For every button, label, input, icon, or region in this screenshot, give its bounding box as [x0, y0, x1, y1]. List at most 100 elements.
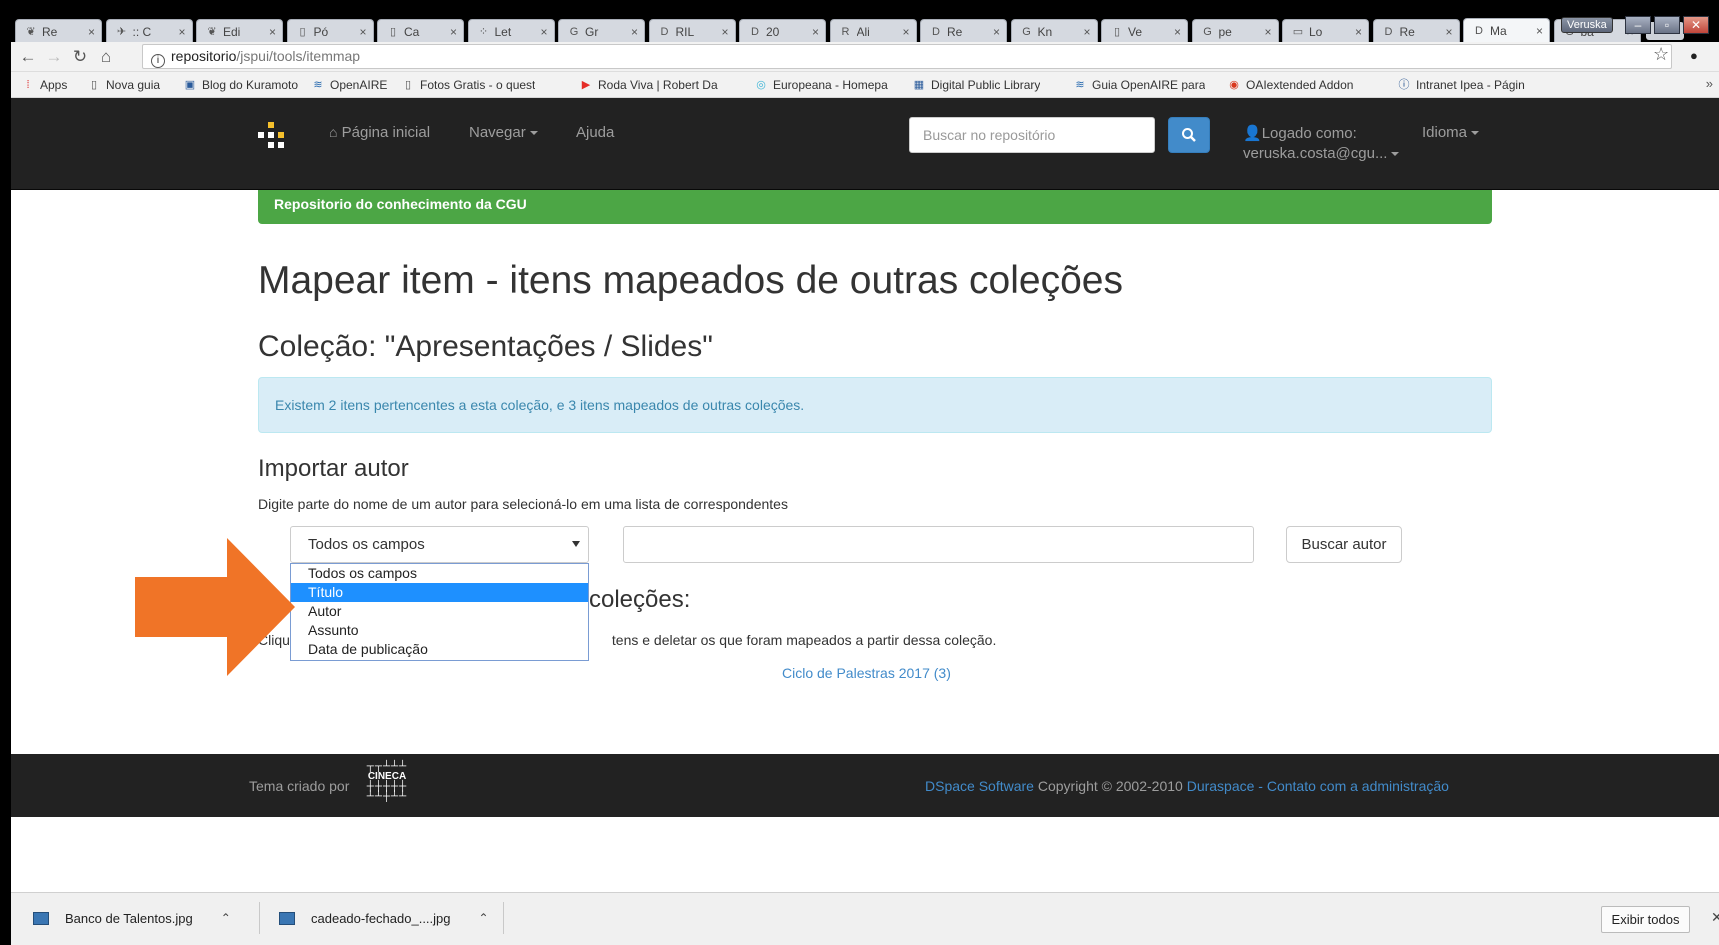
- mapped-help-text: tens e deletar os que foram mapeados a p…: [611, 632, 997, 648]
- dspace-link[interactable]: DSpace Software: [925, 778, 1034, 794]
- browser-tab[interactable]: D Re ×: [920, 19, 1007, 43]
- chevron-up-icon[interactable]: ⌃: [221, 911, 231, 925]
- bookmark-item[interactable]: ⁞ Apps: [21, 77, 67, 93]
- browser-tab[interactable]: ✈:: C ×: [105, 19, 193, 43]
- tab-close-icon[interactable]: ×: [993, 25, 1000, 39]
- tab-close-icon[interactable]: ×: [88, 25, 95, 39]
- tab-close-icon[interactable]: ×: [359, 25, 366, 39]
- tab-close-icon[interactable]: ×: [721, 25, 728, 39]
- tab-favicon-icon: ▯: [389, 25, 397, 38]
- extension-icon[interactable]: ●: [1690, 48, 1706, 64]
- bookmark-label: Roda Viva | Robert Da: [598, 78, 718, 92]
- tab-close-icon[interactable]: ×: [269, 25, 276, 39]
- tab-close-icon[interactable]: ×: [1174, 25, 1181, 39]
- nav-browse[interactable]: Navegar: [469, 124, 538, 141]
- tab-close-icon[interactable]: ×: [1264, 25, 1271, 39]
- cineca-logo[interactable]: ┬┬┴┴┴ CINECA ┼┼┼┼┼ ┴┴┼┴┴: [364, 762, 410, 810]
- tab-close-icon[interactable]: ×: [540, 25, 547, 39]
- contact-admin-link[interactable]: Contato com a administração: [1267, 778, 1449, 794]
- search-field-option[interactable]: Assunto: [291, 621, 588, 640]
- browser-tab[interactable]: ▭ Lo ×: [1282, 19, 1369, 43]
- search-field-option[interactable]: Título: [291, 583, 588, 602]
- browser-tab[interactable]: ⁘ Let ×: [467, 19, 555, 43]
- site-footer: Tema criado por ┬┬┴┴┴ CINECA ┼┼┼┼┼ ┴┴┼┴┴…: [11, 754, 1719, 817]
- browser-tab[interactable]: ▯ Ca ×: [377, 19, 464, 43]
- address-bar[interactable]: i repositorio/jspui/tools/itemmap: [142, 44, 1672, 69]
- tab-label: Pó: [313, 24, 329, 39]
- browser-tab[interactable]: D RIL ×: [648, 19, 736, 43]
- page-title: Mapear item - itens mapeados de outras c…: [258, 259, 1123, 302]
- bookmark-item[interactable]: ▶ Roda Viva | Robert Da: [579, 77, 718, 93]
- browser-tab[interactable]: Gpe ×: [1191, 19, 1279, 43]
- nav-browse-label: Navegar: [469, 124, 526, 141]
- bookmarks-more[interactable]: »: [1706, 76, 1713, 91]
- tab-close-icon[interactable]: ×: [812, 25, 819, 39]
- close-window-icon[interactable]: ✕: [1683, 16, 1709, 34]
- footer-separator: -: [1258, 778, 1263, 794]
- browser-tab[interactable]: R Ali ×: [829, 19, 917, 43]
- mapped-collection-link[interactable]: Ciclo de Palestras 2017 (3): [782, 665, 951, 681]
- browser-tab[interactable]: G Kn ×: [1010, 19, 1098, 43]
- bookmark-item[interactable]: ⓘ Intranet Ipea - Página: [1397, 77, 1526, 93]
- bookmark-item[interactable]: ≋ Guia OpenAIRE para: [1073, 77, 1205, 93]
- download-item[interactable]: cadeado-fechado_....jpg ⌃: [279, 902, 489, 934]
- download-item[interactable]: Banco de Talentos.jpg ⌃: [33, 902, 231, 934]
- home-icon[interactable]: ⌂: [95, 46, 117, 68]
- img-icon: ▣: [184, 79, 196, 91]
- tab-close-icon[interactable]: ×: [1355, 25, 1362, 39]
- back-icon[interactable]: ←: [17, 46, 39, 68]
- tab-label: Edi: [223, 24, 241, 39]
- tab-close-icon[interactable]: ×: [902, 25, 909, 39]
- search-author-button[interactable]: Buscar autor: [1286, 526, 1402, 563]
- tab-close-icon[interactable]: ×: [1083, 25, 1090, 39]
- author-input[interactable]: [623, 526, 1254, 563]
- info-icon: ⓘ: [1398, 79, 1410, 91]
- search-input[interactable]: [909, 117, 1155, 153]
- browser-tab[interactable]: D Ma ×: [1463, 18, 1550, 43]
- profile-button[interactable]: Veruska: [1561, 17, 1613, 33]
- browser-tab[interactable]: D 20 ×: [739, 19, 826, 43]
- browser-tab[interactable]: ▯ Ve ×: [1101, 19, 1188, 43]
- tab-close-icon[interactable]: ×: [450, 25, 457, 39]
- duraspace-link[interactable]: Duraspace: [1187, 778, 1255, 794]
- bookmark-item[interactable]: ▦ Digital Public Library: [912, 77, 1041, 93]
- search-field-option[interactable]: Autor: [291, 602, 588, 621]
- dspace-logo[interactable]: [258, 122, 284, 148]
- browser-tab[interactable]: G Gr ×: [558, 19, 645, 43]
- tab-label: Let: [494, 24, 512, 39]
- search-field-option[interactable]: Data de publicação: [291, 640, 588, 659]
- nav-home[interactable]: ⌂ Página inicial: [329, 124, 430, 141]
- tab-close-icon[interactable]: ×: [178, 25, 185, 39]
- maximize-icon[interactable]: ▫: [1654, 16, 1680, 34]
- language-menu[interactable]: Idioma: [1422, 124, 1480, 141]
- bookmark-label: OpenAIRE: [330, 78, 388, 92]
- forward-icon[interactable]: →: [43, 46, 65, 68]
- browser-tab[interactable]: ▯ Pó ×: [286, 19, 374, 43]
- browser-tab[interactable]: D Re ×: [1372, 19, 1460, 43]
- browser-tab[interactable]: ❦ Edi ×: [196, 19, 283, 43]
- info-icon[interactable]: i: [151, 54, 165, 68]
- bookmark-star-icon[interactable]: ☆: [1653, 44, 1669, 65]
- tab-close-icon[interactable]: ×: [1445, 25, 1452, 39]
- bookmark-item[interactable]: ◎ Europeana - Homepa: [754, 77, 888, 93]
- minimize-icon[interactable]: –: [1625, 16, 1651, 34]
- search-field-option[interactable]: Todos os campos: [291, 564, 588, 583]
- user-menu[interactable]: 👤Logado como: veruska.costa@cgu...: [1243, 124, 1400, 164]
- chevron-up-icon[interactable]: ⌃: [479, 911, 489, 925]
- show-all-downloads-button[interactable]: Exibir todos: [1601, 906, 1690, 933]
- search-button[interactable]: [1168, 117, 1210, 153]
- tab-close-icon[interactable]: ×: [631, 25, 638, 39]
- caret-down-icon: [1391, 152, 1400, 157]
- bookmark-item[interactable]: ◉ OAIextended Addon: [1227, 77, 1353, 93]
- reload-icon[interactable]: ↻: [69, 46, 91, 68]
- bookmark-item[interactable]: ≋ OpenAIRE: [311, 77, 387, 93]
- tab-close-icon[interactable]: ×: [1536, 24, 1543, 38]
- bookmark-label: Digital Public Library: [931, 78, 1041, 92]
- close-icon[interactable]: ✕: [1711, 909, 1719, 926]
- browser-tab[interactable]: ❦ Re ×: [15, 19, 102, 43]
- nav-help[interactable]: Ajuda: [576, 124, 614, 141]
- search-field-select[interactable]: Todos os campos: [290, 526, 589, 563]
- bookmark-item[interactable]: ▯ Nova guia: [87, 77, 160, 93]
- bookmark-item[interactable]: ▣ Blog do Kuramoto: [183, 77, 298, 93]
- bookmark-item[interactable]: ▯ Fotos Gratis - o quest: [401, 77, 535, 93]
